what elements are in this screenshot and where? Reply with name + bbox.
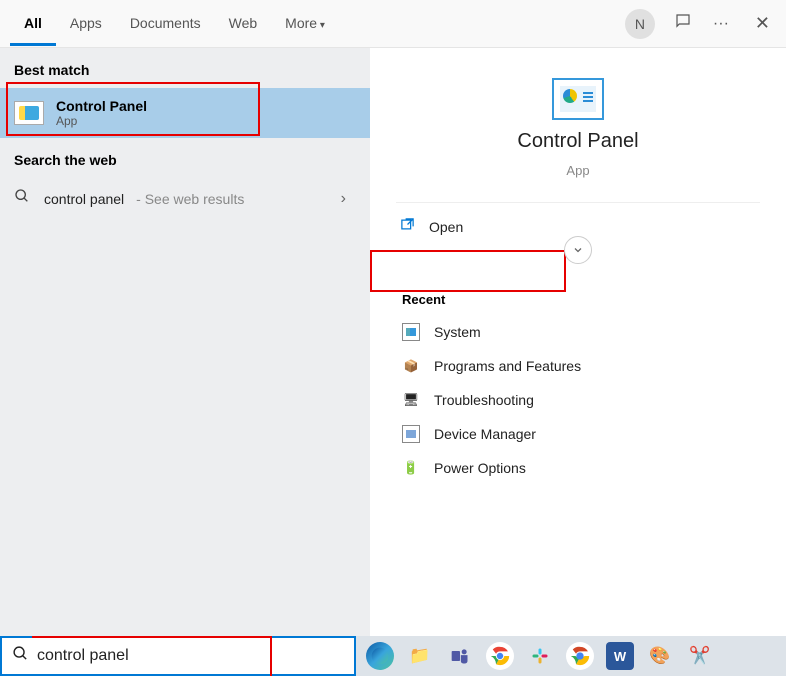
result-text: Control Panel App xyxy=(56,98,147,128)
taskbar-slack-icon[interactable] xyxy=(526,642,554,670)
taskbar-chrome-icon[interactable] xyxy=(486,642,514,670)
web-suffix: - See web results xyxy=(136,191,244,207)
open-label: Open xyxy=(429,219,463,235)
tab-more[interactable]: More xyxy=(271,1,339,46)
search-tabs: All Apps Documents Web More xyxy=(10,1,339,46)
user-avatar[interactable]: N xyxy=(625,9,655,39)
tab-documents[interactable]: Documents xyxy=(116,1,215,46)
more-options-icon[interactable]: ··· xyxy=(711,15,731,33)
control-panel-icon xyxy=(14,101,44,125)
search-input[interactable] xyxy=(37,647,344,665)
top-bar: All Apps Documents Web More N ··· ✕ xyxy=(0,0,786,48)
taskbar-teams-icon[interactable] xyxy=(446,642,474,670)
power-options-icon xyxy=(402,459,420,477)
programs-icon xyxy=(402,357,420,375)
recent-item-troubleshooting[interactable]: Troubleshooting xyxy=(396,383,760,417)
troubleshooting-icon xyxy=(402,391,420,409)
taskbar-explorer-icon[interactable]: 📁 xyxy=(406,642,434,670)
taskbar-word-icon[interactable]: W xyxy=(606,642,634,670)
preview-header: Control Panel App xyxy=(396,78,760,203)
result-subtitle: App xyxy=(56,114,147,128)
best-match-heading: Best match xyxy=(0,48,370,88)
recent-item-power-options[interactable]: Power Options xyxy=(396,451,760,485)
recent-item-programs[interactable]: Programs and Features xyxy=(396,349,760,383)
recent-heading: Recent xyxy=(396,274,760,315)
top-right-controls: N ··· ✕ xyxy=(625,9,776,39)
open-icon xyxy=(400,217,415,236)
close-icon[interactable]: ✕ xyxy=(749,13,776,34)
web-query-text: control panel xyxy=(44,191,124,207)
device-manager-icon xyxy=(402,425,420,443)
result-control-panel[interactable]: Control Panel App xyxy=(0,88,370,138)
search-icon xyxy=(12,645,29,667)
tab-all[interactable]: All xyxy=(10,1,56,46)
preview-subtitle: App xyxy=(566,163,589,178)
result-title: Control Panel xyxy=(56,98,147,114)
recent-item-system[interactable]: System xyxy=(396,315,760,349)
taskbar-chrome-canary-icon[interactable] xyxy=(566,642,594,670)
control-panel-large-icon xyxy=(552,78,604,120)
taskbar-paint-icon[interactable]: 🎨 xyxy=(646,642,674,670)
taskbar: 📁 W 🎨 ✂️ xyxy=(356,636,786,676)
expand-toggle[interactable] xyxy=(564,236,592,264)
main-area: Best match Control Panel App Search the … xyxy=(0,48,786,636)
system-icon xyxy=(402,323,420,341)
taskbar-snip-icon[interactable]: ✂️ xyxy=(686,642,714,670)
recent-item-device-manager[interactable]: Device Manager xyxy=(396,417,760,451)
tab-apps[interactable]: Apps xyxy=(56,1,116,46)
search-bar[interactable] xyxy=(0,636,356,676)
preview-title: Control Panel xyxy=(517,130,638,153)
recent-list: System Programs and Features Troubleshoo… xyxy=(396,315,760,485)
preview-pane: Control Panel App Open Recent System Pro… xyxy=(370,48,786,636)
search-icon xyxy=(14,188,32,209)
taskbar-edge-icon[interactable] xyxy=(366,642,394,670)
tab-web[interactable]: Web xyxy=(215,1,272,46)
web-result-item[interactable]: control panel - See web results › xyxy=(0,178,370,219)
feedback-icon[interactable] xyxy=(673,12,693,35)
search-web-heading: Search the web xyxy=(0,138,370,178)
results-pane: Best match Control Panel App Search the … xyxy=(0,48,370,636)
chevron-right-icon[interactable]: › xyxy=(341,190,356,208)
